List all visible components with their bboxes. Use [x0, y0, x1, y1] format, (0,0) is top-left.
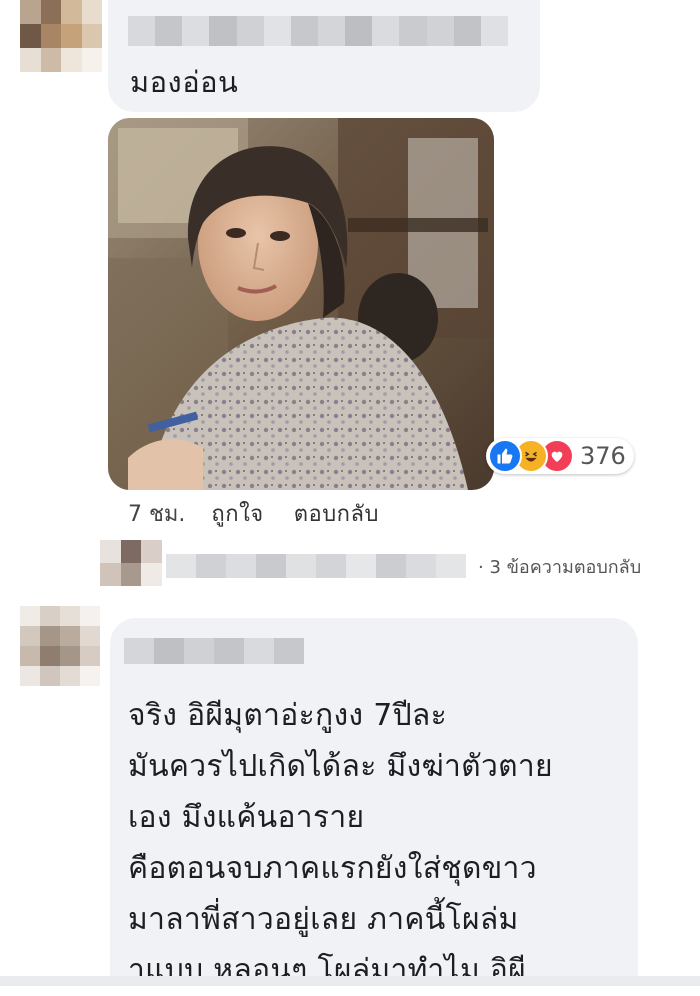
reply-avatar [100, 540, 162, 586]
comment-line: มาลาพี่สาวอยู่เลย ภาคนี้โผล่ม [128, 902, 519, 937]
reaction-count: 376 [580, 442, 626, 470]
like-icon [488, 439, 522, 473]
comment-text: มองอ่อน [130, 65, 239, 99]
comment-photo[interactable] [108, 118, 494, 490]
reaction-summary[interactable]: 376 [486, 438, 634, 474]
timestamp[interactable]: 7 ชม. [128, 496, 185, 531]
comment-line: าแบบ หลอนๆ โผล่มาทำไม อิผี [128, 953, 527, 988]
reply-link[interactable]: ตอบกลับ [294, 496, 379, 531]
divider [0, 976, 700, 986]
comment-text: จริง อิผีมุตาอ่ะกูงง 7ปีละ มันควรไปเกิดไ… [128, 690, 553, 996]
replies-count-label[interactable]: · 3 ข้อความตอบกลับ [478, 552, 641, 581]
comment-line: เอง มึงแค้นอาราย [128, 800, 365, 835]
commenter-name-blurred[interactable] [128, 16, 508, 46]
view-replies[interactable]: · 3 ข้อความตอบกลับ [100, 540, 680, 586]
comment-line: มันควรไปเกิดได้ละ มึงฆ่าตัวตาย [128, 749, 553, 784]
comment-line: จริง อิผีมุตาอ่ะกูงง 7ปีละ [128, 698, 448, 733]
avatar[interactable] [20, 0, 102, 72]
comment-line: คือตอนจบภาคแรกยังใส่ชุดขาว [128, 851, 537, 886]
woman-photo [108, 118, 494, 490]
like-link[interactable]: ถูกใจ [211, 496, 263, 531]
avatar[interactable] [20, 606, 100, 686]
reply-name-blurred [166, 554, 466, 578]
commenter-name-blurred[interactable] [124, 638, 304, 664]
comment-actions: 7 ชม. ถูกใจ ตอบกลับ [128, 496, 409, 531]
